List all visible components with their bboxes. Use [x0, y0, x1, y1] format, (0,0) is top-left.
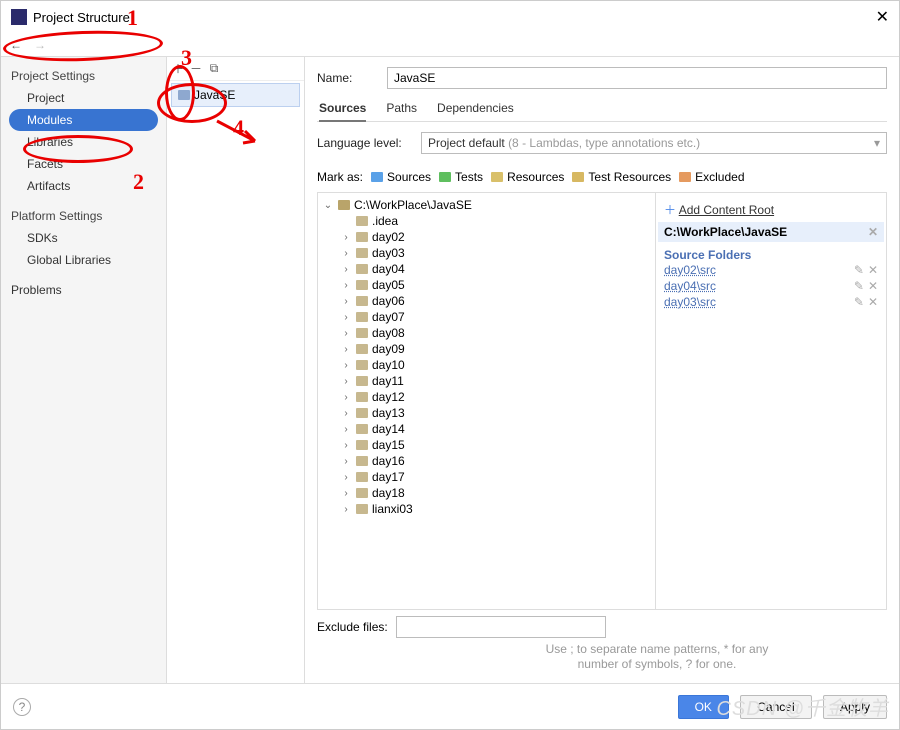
remove-icon[interactable]: ✕: [868, 279, 878, 293]
cancel-button[interactable]: Cancel: [740, 695, 811, 719]
tree-node[interactable]: ›day18: [318, 485, 655, 501]
tree-node[interactable]: ›day06: [318, 293, 655, 309]
tree-root[interactable]: ⌄C:\WorkPlace\JavaSE: [318, 197, 655, 213]
apply-button[interactable]: Apply: [823, 695, 887, 719]
close-icon[interactable]: ✕: [876, 7, 889, 27]
tab-dependencies[interactable]: Dependencies: [437, 101, 514, 115]
remove-module-icon[interactable]: －: [189, 62, 203, 76]
nav-libraries[interactable]: Libraries: [1, 131, 166, 153]
tree-node[interactable]: ›day04: [318, 261, 655, 277]
tree-node[interactable]: ›day15: [318, 437, 655, 453]
copy-module-icon[interactable]: ⧉: [207, 62, 221, 76]
module-label: JavaSE: [194, 88, 235, 102]
source-folder-link[interactable]: day02\src: [664, 263, 716, 277]
tree-node[interactable]: ›day12: [318, 389, 655, 405]
module-icon: [178, 90, 190, 100]
tree-node[interactable]: ›day10: [318, 357, 655, 373]
nav-global-libraries[interactable]: Global Libraries: [1, 249, 166, 271]
remove-root-icon[interactable]: ✕: [868, 225, 878, 239]
tree-node[interactable]: ›day14: [318, 421, 655, 437]
edit-icon[interactable]: ✎: [854, 295, 864, 309]
window-title: Project Structure: [33, 10, 876, 25]
nav-sdks[interactable]: SDKs: [1, 227, 166, 249]
tab-sources[interactable]: Sources: [319, 101, 366, 122]
mark-resources[interactable]: Resources: [491, 170, 564, 184]
content-root-path: C:\WorkPlace\JavaSE: [664, 225, 787, 239]
ok-button[interactable]: OK: [678, 695, 729, 719]
mark-sources[interactable]: Sources: [371, 170, 431, 184]
module-item-javase[interactable]: JavaSE: [171, 83, 300, 107]
nav-problems[interactable]: Problems: [1, 279, 166, 301]
tree-node[interactable]: ›day17: [318, 469, 655, 485]
nav-facets[interactable]: Facets: [1, 153, 166, 175]
chevron-down-icon: ▾: [874, 136, 880, 150]
exclude-hint: Use ; to separate name patterns, * for a…: [317, 640, 887, 679]
section-project-settings: Project Settings: [1, 65, 166, 87]
mark-excluded[interactable]: Excluded: [679, 170, 744, 184]
mark-as-label: Mark as:: [317, 170, 363, 184]
nav-modules[interactable]: Modules: [9, 109, 158, 131]
language-level-label: Language level:: [317, 136, 411, 150]
remove-icon[interactable]: ✕: [868, 295, 878, 309]
tab-paths[interactable]: Paths: [386, 101, 417, 115]
nav-artifacts[interactable]: Artifacts: [1, 175, 166, 197]
edit-icon[interactable]: ✎: [854, 263, 864, 277]
tree-node[interactable]: ›day09: [318, 341, 655, 357]
tree-node[interactable]: ›day16: [318, 453, 655, 469]
tree-node[interactable]: .idea: [318, 213, 655, 229]
tree-node[interactable]: ›day02: [318, 229, 655, 245]
exclude-label: Exclude files:: [317, 620, 388, 634]
tree-node[interactable]: ›lianxi03: [318, 501, 655, 517]
source-folder-link[interactable]: day03\src: [664, 295, 716, 309]
app-icon: [11, 9, 27, 25]
exclude-input[interactable]: [396, 616, 606, 638]
source-folder-link[interactable]: day04\src: [664, 279, 716, 293]
remove-icon[interactable]: ✕: [868, 263, 878, 277]
section-platform-settings: Platform Settings: [1, 205, 166, 227]
mark-test-resources[interactable]: Test Resources: [572, 170, 671, 184]
tree-node[interactable]: ›day08: [318, 325, 655, 341]
mark-tests[interactable]: Tests: [439, 170, 483, 184]
sidebar: Project Settings Project Modules Librari…: [1, 57, 167, 683]
source-folders-label: Source Folders: [664, 248, 878, 262]
module-details: Name: Sources Paths Dependencies Languag…: [305, 57, 899, 683]
source-tree[interactable]: ⌄C:\WorkPlace\JavaSE.idea›day02›day03›da…: [318, 193, 656, 609]
back-button[interactable]: ←: [7, 36, 25, 54]
language-level-select[interactable]: Project default (8 - Lambdas, type annot…: [421, 132, 887, 154]
name-label: Name:: [317, 71, 377, 85]
help-icon[interactable]: ?: [13, 698, 31, 716]
add-content-root[interactable]: Add Content Root: [679, 203, 774, 217]
add-module-icon[interactable]: ＋: [171, 62, 185, 76]
forward-button[interactable]: →: [31, 36, 49, 54]
tree-node[interactable]: ›day11: [318, 373, 655, 389]
name-input[interactable]: [387, 67, 887, 89]
tree-node[interactable]: ›day07: [318, 309, 655, 325]
tree-node[interactable]: ›day03: [318, 245, 655, 261]
nav-project[interactable]: Project: [1, 87, 166, 109]
content-root-panel: ＋ Add Content Root C:\WorkPlace\JavaSE✕ …: [656, 193, 886, 609]
tree-node[interactable]: ›day13: [318, 405, 655, 421]
edit-icon[interactable]: ✎: [854, 279, 864, 293]
tree-node[interactable]: ›day05: [318, 277, 655, 293]
module-list-panel: ＋ － ⧉ JavaSE: [167, 57, 305, 683]
